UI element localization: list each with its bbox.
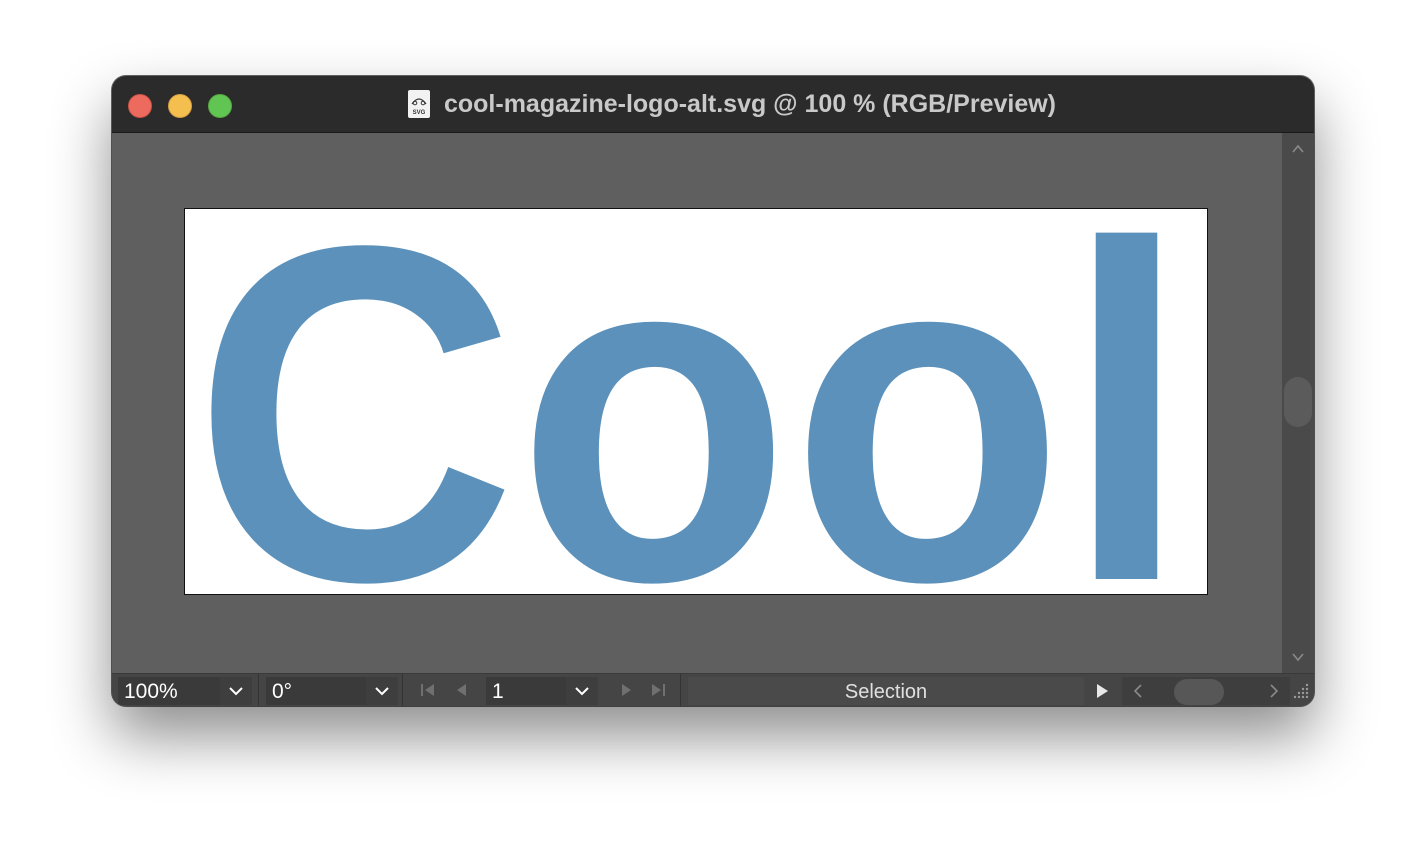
scroll-up-icon[interactable] bbox=[1290, 141, 1306, 157]
title-bar[interactable]: SVG cool-magazine-logo-alt.svg @ 100 % (… bbox=[112, 76, 1314, 133]
close-button[interactable] bbox=[128, 94, 152, 118]
horizontal-scrollbar[interactable] bbox=[1122, 677, 1290, 705]
artboard-number-field[interactable]: 1 bbox=[486, 677, 566, 705]
artboard-dropdown-button[interactable] bbox=[566, 677, 598, 705]
zoom-field[interactable]: 100% bbox=[118, 677, 220, 705]
minimize-button[interactable] bbox=[168, 94, 192, 118]
window-title: cool-magazine-logo-alt.svg @ 100 % (RGB/… bbox=[443, 89, 1056, 118]
last-artboard-icon[interactable] bbox=[648, 680, 668, 700]
scroll-down-icon[interactable] bbox=[1290, 649, 1306, 665]
artboard[interactable]: Cool bbox=[184, 208, 1208, 595]
next-artboard-icon[interactable] bbox=[616, 680, 636, 700]
resize-grip-icon[interactable] bbox=[1292, 680, 1310, 705]
horizontal-scroll-thumb[interactable] bbox=[1174, 679, 1224, 705]
maximize-button[interactable] bbox=[208, 94, 232, 118]
canvas-area[interactable]: Cool bbox=[112, 133, 1282, 673]
document-window: SVG cool-magazine-logo-alt.svg @ 100 % (… bbox=[112, 76, 1314, 706]
svg-file-icon: SVG bbox=[407, 90, 430, 118]
play-icon[interactable] bbox=[1094, 682, 1110, 705]
window-title-group: SVG cool-magazine-logo-alt.svg @ 100 % (… bbox=[352, 88, 1112, 120]
vertical-scroll-thumb[interactable] bbox=[1284, 377, 1312, 427]
chevron-down-icon bbox=[375, 687, 389, 696]
first-artboard-icon[interactable] bbox=[418, 680, 438, 700]
scroll-left-icon[interactable] bbox=[1132, 681, 1144, 705]
separator bbox=[402, 674, 403, 706]
rotation-field[interactable]: 0° bbox=[266, 677, 366, 705]
file-icon-label: SVG bbox=[413, 110, 426, 116]
rotation-dropdown-button[interactable] bbox=[366, 677, 398, 705]
logo-text[interactable]: Cool bbox=[193, 209, 1189, 595]
separator bbox=[258, 674, 259, 706]
status-bar: 100% 0° 1 Selection bbox=[112, 673, 1314, 706]
current-tool-status[interactable]: Selection bbox=[688, 677, 1084, 705]
vertical-scrollbar[interactable] bbox=[1282, 133, 1314, 673]
scroll-right-icon[interactable] bbox=[1268, 681, 1280, 705]
chevron-down-icon bbox=[575, 687, 589, 696]
previous-artboard-icon[interactable] bbox=[452, 680, 472, 700]
zoom-dropdown-button[interactable] bbox=[220, 677, 252, 705]
chevron-down-icon bbox=[229, 687, 243, 696]
separator bbox=[680, 674, 681, 706]
